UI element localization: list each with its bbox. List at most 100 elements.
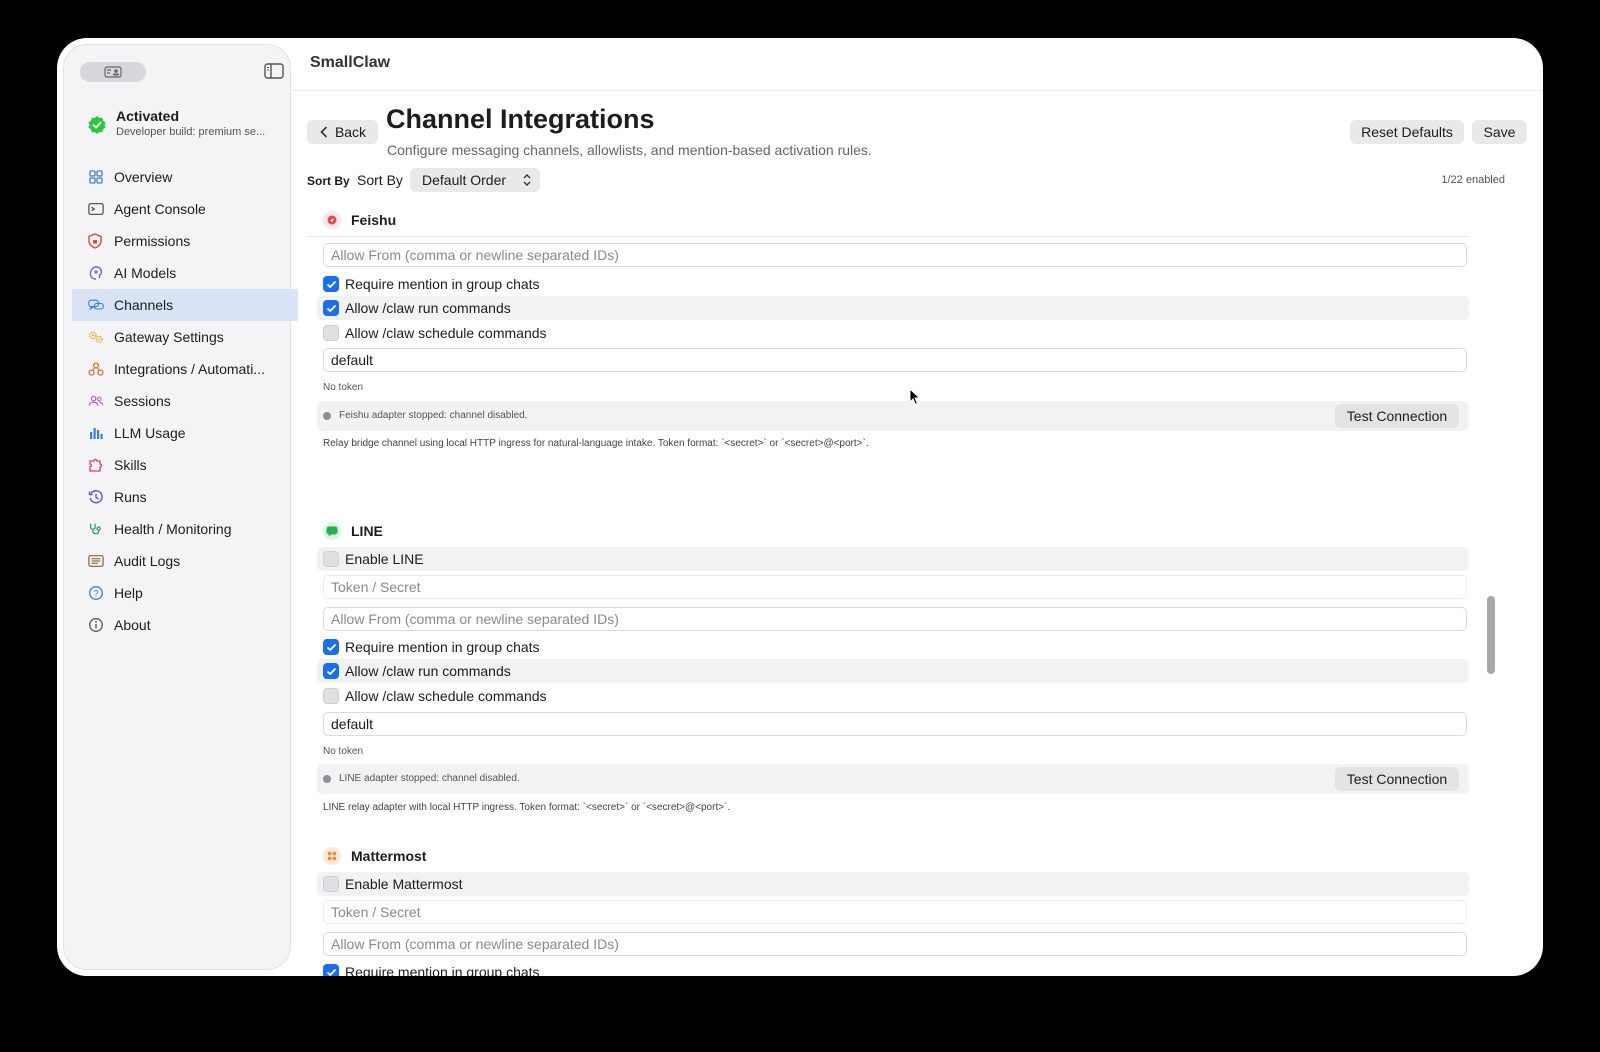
sidebar-item-agent-console[interactable]: Agent Console bbox=[72, 193, 298, 225]
sidebar-item-label: Audit Logs bbox=[114, 553, 181, 569]
line-status-text: LINE adapter stopped: channel disabled. bbox=[339, 773, 520, 784]
checkbox-label: Require mention in group chats bbox=[345, 276, 540, 292]
app-window: Activated Developer build: premium se...… bbox=[57, 38, 1543, 976]
line-token-input[interactable]: Token / Secret bbox=[323, 575, 1467, 599]
feishu-allow-from-input[interactable]: Allow From (comma or newline separated I… bbox=[323, 243, 1467, 267]
enabled-count: 1/22 enabled bbox=[1441, 174, 1505, 186]
line-profile-input[interactable]: default bbox=[323, 712, 1467, 736]
activation-subtitle: Developer build: premium se... bbox=[116, 126, 266, 138]
sidebar-item-health-monitoring[interactable]: Health / Monitoring bbox=[72, 513, 298, 545]
list-icon bbox=[88, 553, 104, 569]
svg-text:?: ? bbox=[93, 588, 98, 598]
line-token-status: No token bbox=[323, 746, 364, 757]
reset-defaults-button[interactable]: Reset Defaults bbox=[1350, 120, 1464, 144]
sidebar-item-label: Gateway Settings bbox=[114, 329, 224, 345]
line-allow-run-checkbox[interactable]: Allow /claw run commands bbox=[317, 659, 1469, 683]
app-title: SmallClaw bbox=[310, 54, 391, 71]
sidebar-toggle-icon[interactable] bbox=[264, 62, 284, 80]
channel-header-line: LINE bbox=[323, 521, 383, 541]
sidebar-item-skills[interactable]: Skills bbox=[72, 449, 298, 481]
line-status-bar: LINE adapter stopped: channel disabled. … bbox=[317, 764, 1469, 794]
line-test-connection-button[interactable]: Test Connection bbox=[1335, 767, 1459, 791]
line-allow-from-input[interactable]: Allow From (comma or newline separated I… bbox=[323, 607, 1467, 631]
sidebar-item-runs[interactable]: Runs bbox=[72, 481, 298, 513]
empty-checkbox-icon bbox=[323, 325, 339, 341]
feishu-token-status: No token bbox=[323, 382, 364, 393]
sidebar-item-label: Overview bbox=[114, 169, 173, 185]
line-allow-schedule-checkbox[interactable]: Allow /claw schedule commands bbox=[317, 684, 1469, 708]
sidebar-item-label: Channels bbox=[114, 297, 174, 313]
feishu-allow-schedule-checkbox[interactable]: Allow /claw schedule commands bbox=[317, 321, 1469, 345]
profile-switcher-button[interactable] bbox=[80, 62, 146, 82]
sidebar-item-channels[interactable]: Channels bbox=[72, 289, 298, 321]
sidebar-item-label: About bbox=[114, 617, 151, 633]
status-dot-icon bbox=[323, 412, 331, 420]
feishu-description: Relay bridge channel using local HTTP in… bbox=[323, 438, 869, 449]
sidebar-nav: Overview Agent Console Permissions AI Mo… bbox=[72, 161, 298, 641]
sidebar-item-label: Integrations / Automati... bbox=[114, 361, 265, 377]
empty-checkbox-icon bbox=[323, 688, 339, 704]
scrollbar-thumb[interactable] bbox=[1487, 596, 1495, 674]
sort-order-select[interactable]: Default Order bbox=[410, 168, 540, 192]
gears-icon bbox=[88, 329, 104, 345]
chat-bubbles-icon bbox=[88, 297, 104, 313]
id-card-icon bbox=[104, 66, 122, 78]
sidebar-item-sessions[interactable]: Sessions bbox=[72, 385, 298, 417]
sort-by-label: Sort By bbox=[307, 174, 350, 188]
line-enable-checkbox[interactable]: Enable LINE bbox=[317, 547, 1469, 571]
sidebar-item-label: Skills bbox=[114, 457, 147, 473]
page-title: Channel Integrations bbox=[386, 104, 655, 134]
sidebar-item-label: Help bbox=[114, 585, 143, 601]
line-require-mention-checkbox[interactable]: Require mention in group chats bbox=[317, 635, 1469, 659]
mattermost-require-mention-checkbox[interactable]: Require mention in group chats bbox=[317, 960, 1469, 976]
info-icon bbox=[88, 617, 104, 633]
sidebar-item-integrations[interactable]: Integrations / Automati... bbox=[72, 353, 298, 385]
sidebar-item-gateway-settings[interactable]: Gateway Settings bbox=[72, 321, 298, 353]
sidebar-item-label: Runs bbox=[114, 489, 147, 505]
chevron-left-icon bbox=[320, 126, 327, 138]
feishu-status-text: Feishu adapter stopped: channel disabled… bbox=[339, 410, 528, 421]
sidebar-item-label: Permissions bbox=[114, 233, 191, 249]
sort-by-picker-label: Sort By bbox=[357, 172, 403, 188]
checkbox-label: Allow /claw run commands bbox=[345, 300, 511, 316]
mattermost-token-input[interactable]: Token / Secret bbox=[323, 900, 1467, 924]
mattermost-icon bbox=[323, 847, 341, 865]
checkbox-label: Allow /claw schedule commands bbox=[345, 688, 547, 704]
sidebar-item-llm-usage[interactable]: LLM Usage bbox=[72, 417, 298, 449]
sidebar-item-help[interactable]: ? Help bbox=[72, 577, 298, 609]
question-icon: ? bbox=[88, 585, 104, 601]
feishu-profile-input[interactable]: default bbox=[323, 348, 1467, 372]
shield-icon bbox=[88, 233, 104, 249]
mattermost-allow-from-input[interactable]: Allow From (comma or newline separated I… bbox=[323, 932, 1467, 956]
checkbox-label: Allow /claw run commands bbox=[345, 663, 511, 679]
channel-list: Feishu Allow From (comma or newline sepa… bbox=[307, 208, 1477, 976]
checkbox-label: Allow /claw schedule commands bbox=[345, 325, 547, 341]
feishu-icon bbox=[323, 211, 341, 229]
puzzle-icon bbox=[88, 457, 104, 473]
mouse-pointer-icon bbox=[909, 387, 921, 411]
feishu-test-connection-button[interactable]: Test Connection bbox=[1335, 404, 1459, 428]
terminal-icon bbox=[88, 201, 104, 217]
scrollbar-track[interactable] bbox=[1485, 208, 1495, 938]
checkmark-icon bbox=[323, 276, 339, 292]
sidebar-item-audit-logs[interactable]: Audit Logs bbox=[72, 545, 298, 577]
mattermost-enable-checkbox[interactable]: Enable Mattermost bbox=[317, 872, 1469, 896]
checkmark-icon bbox=[323, 300, 339, 316]
sidebar-item-permissions[interactable]: Permissions bbox=[72, 225, 298, 257]
line-description: LINE relay adapter with local HTTP ingre… bbox=[323, 802, 731, 813]
feishu-allow-run-checkbox[interactable]: Allow /claw run commands bbox=[317, 296, 1469, 320]
back-button[interactable]: Back bbox=[307, 120, 378, 144]
sidebar-item-label: Agent Console bbox=[114, 201, 206, 217]
save-button[interactable]: Save bbox=[1472, 120, 1527, 144]
feishu-require-mention-checkbox[interactable]: Require mention in group chats bbox=[317, 272, 1469, 296]
feishu-status-bar: Feishu adapter stopped: channel disabled… bbox=[317, 401, 1469, 431]
empty-checkbox-icon bbox=[323, 876, 339, 892]
sidebar-item-ai-models[interactable]: AI Models bbox=[72, 257, 298, 289]
sidebar-item-label: AI Models bbox=[114, 265, 177, 281]
sidebar-item-overview[interactable]: Overview bbox=[72, 161, 298, 193]
sidebar-item-label: Sessions bbox=[114, 393, 171, 409]
sidebar: Activated Developer build: premium se...… bbox=[63, 44, 298, 970]
checkmark-icon bbox=[323, 964, 339, 976]
sidebar-item-about[interactable]: About bbox=[72, 609, 298, 641]
sidebar-item-label: LLM Usage bbox=[114, 425, 186, 441]
